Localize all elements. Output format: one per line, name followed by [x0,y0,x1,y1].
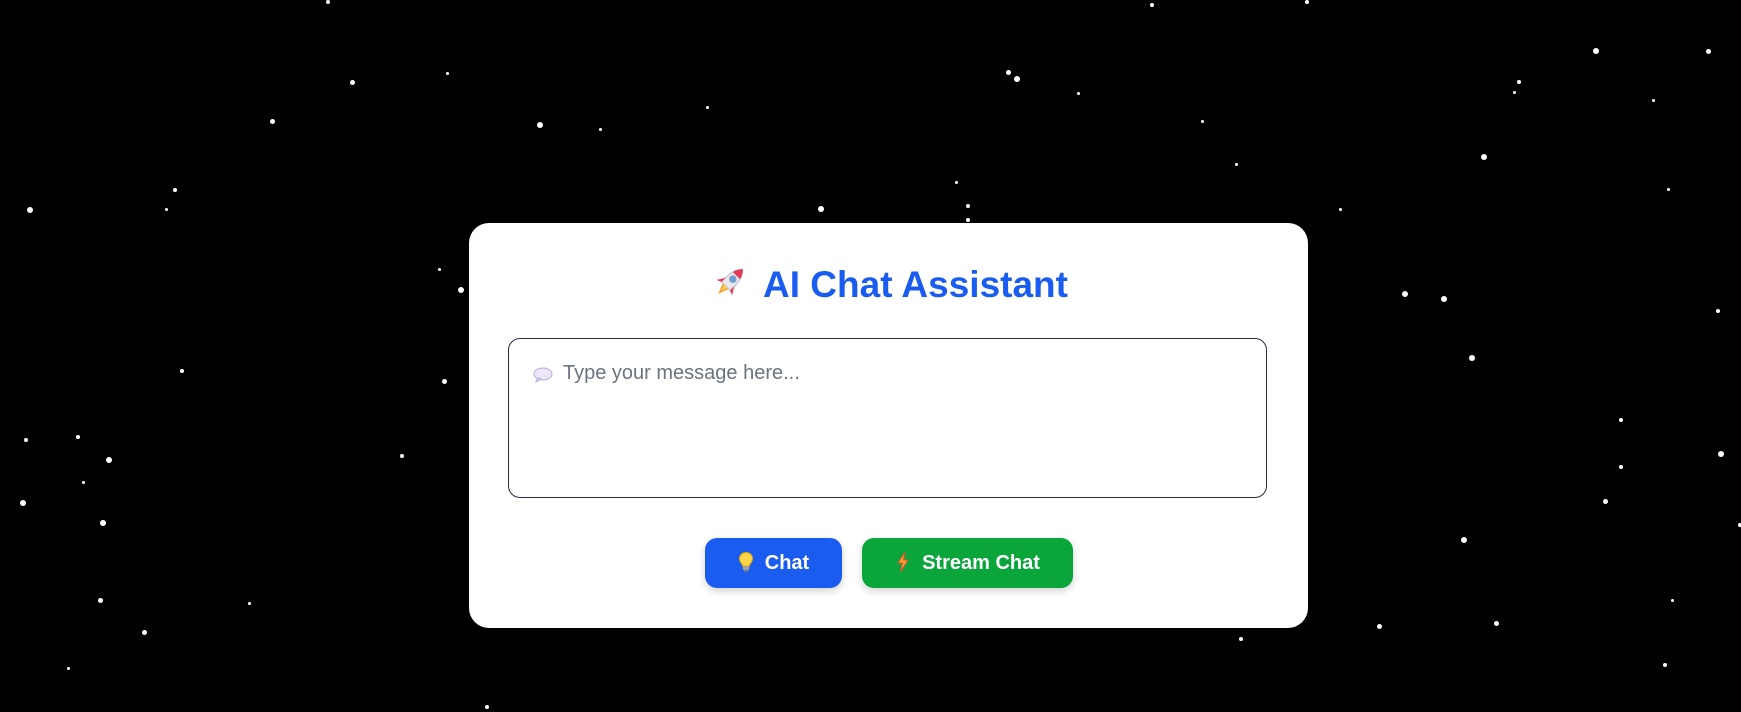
star [1512,90,1516,94]
star [1670,598,1674,602]
star [1402,291,1408,297]
star [27,207,33,213]
star [598,127,602,131]
star [1481,154,1487,160]
star [1469,355,1475,361]
star [1234,162,1238,166]
star [326,0,330,4]
star [141,629,147,635]
message-input-box [508,338,1267,498]
star [1376,623,1382,629]
star [164,207,168,211]
star [966,204,970,208]
star [954,180,958,184]
star [349,79,355,85]
message-input[interactable] [509,339,1266,497]
star [1705,48,1711,54]
star [1239,637,1243,641]
star [400,454,404,458]
star [1593,48,1599,54]
star [1517,80,1521,84]
star [1663,663,1667,667]
star [1076,91,1080,95]
star [1461,537,1467,543]
star [97,597,103,603]
star [1441,296,1447,302]
star [458,287,464,293]
lightning-icon [897,551,909,573]
star [437,267,441,271]
chat-card: AI Chat Assistant Chat Stream Chat [469,223,1308,628]
star [485,705,489,709]
star [20,500,26,506]
star [66,666,70,670]
star [1602,498,1608,504]
star [1005,69,1011,75]
stream-chat-button-label: Stream Chat [922,552,1040,574]
star [1014,76,1020,82]
star [24,438,28,442]
star [1338,207,1342,211]
star [269,118,275,124]
button-row: Chat Stream Chat [469,538,1308,588]
stream-chat-button[interactable]: Stream Chat [861,538,1073,588]
star [537,122,543,128]
star [180,369,184,373]
star [1666,187,1670,191]
star [76,435,80,439]
star [81,480,85,484]
rocket-icon [716,268,744,296]
page-title: AI Chat Assistant [469,261,1308,309]
star [247,601,251,605]
star [818,206,824,212]
star [1651,98,1655,102]
star [1718,451,1724,457]
star [1493,620,1499,626]
star [173,188,177,192]
star [445,71,449,75]
star [106,457,112,463]
title-text: AI Chat Assistant [763,264,1068,305]
star [966,218,970,222]
star [1150,3,1154,7]
star [1619,465,1623,469]
chat-button-label: Chat [764,552,810,574]
star [1619,418,1623,422]
star [100,520,106,526]
lightbulb-icon [738,551,753,573]
star [1716,309,1720,313]
star [1200,119,1204,123]
chat-button[interactable]: Chat [704,538,842,588]
star [1305,0,1309,4]
star [705,105,709,109]
star [441,378,447,384]
